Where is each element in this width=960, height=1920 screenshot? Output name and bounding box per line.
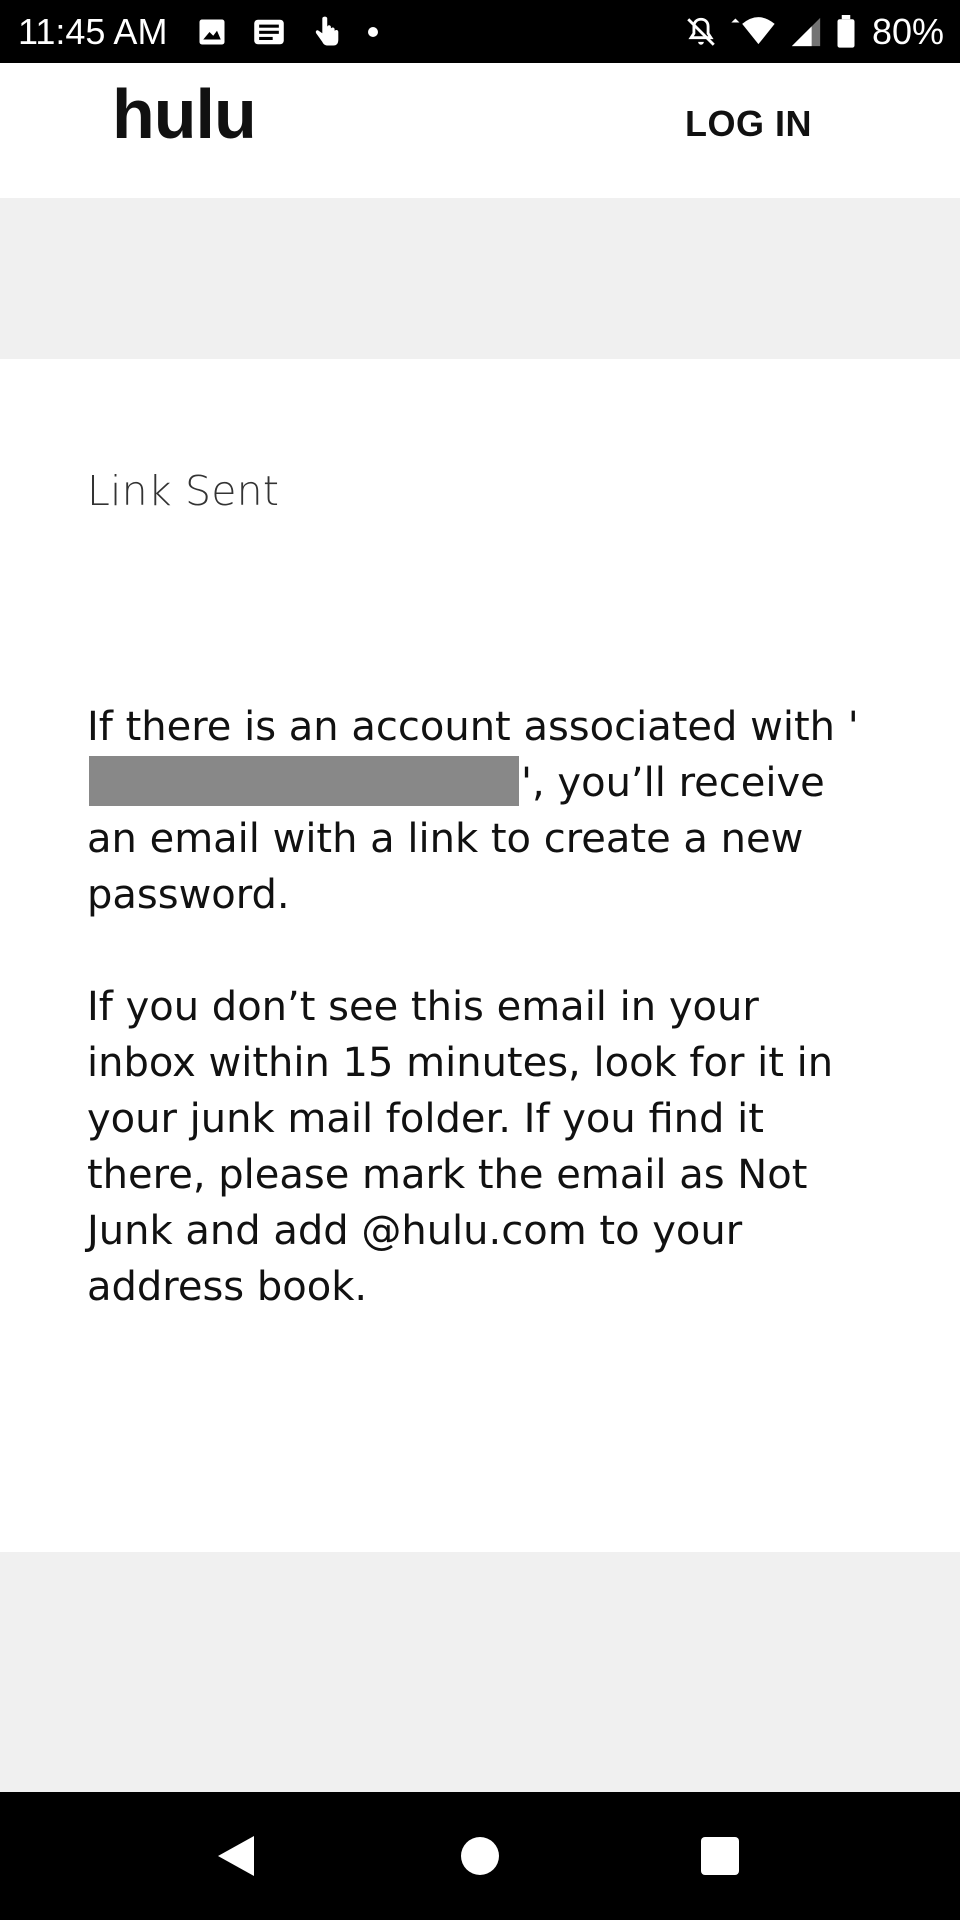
signal-icon	[788, 15, 824, 49]
image-icon	[197, 17, 227, 47]
junk-mail-paragraph: If you don’t see this email in your inbo…	[87, 984, 834, 1310]
page-title: Link Sent	[87, 467, 280, 515]
back-icon[interactable]	[176, 1792, 296, 1920]
redacted-email	[89, 756, 519, 806]
bottom-gray-band	[0, 1552, 960, 1792]
recents-icon[interactable]	[660, 1792, 780, 1920]
confirmation-text-start: If there is an account associated with '	[87, 704, 859, 750]
battery-percent: 80%	[871, 10, 944, 52]
battery-icon	[836, 14, 856, 49]
app-header: hulu LOG IN	[0, 63, 960, 198]
home-icon[interactable]	[420, 1792, 540, 1920]
status-time: 11:45 AM	[18, 10, 168, 52]
wifi-icon	[730, 15, 776, 49]
confirmation-paragraph: If there is an account associated with '…	[87, 699, 877, 923]
news-icon	[253, 18, 285, 46]
notifications-off-icon	[684, 15, 718, 49]
dot-icon	[367, 26, 379, 38]
link-sent-card: Link Sent If there is an account associa…	[0, 359, 960, 1552]
hulu-logo[interactable]: hulu	[112, 79, 257, 149]
top-gray-band	[0, 198, 960, 359]
card-body: If there is an account associated with '…	[87, 699, 877, 1371]
status-bar: 11:45 AM 80%	[0, 0, 960, 63]
system-nav-bar	[0, 1792, 960, 1920]
login-button[interactable]: LOG IN	[685, 103, 812, 145]
touch-icon	[311, 16, 341, 48]
status-right: 80%	[684, 11, 944, 53]
status-left: 11:45 AM	[18, 11, 405, 53]
